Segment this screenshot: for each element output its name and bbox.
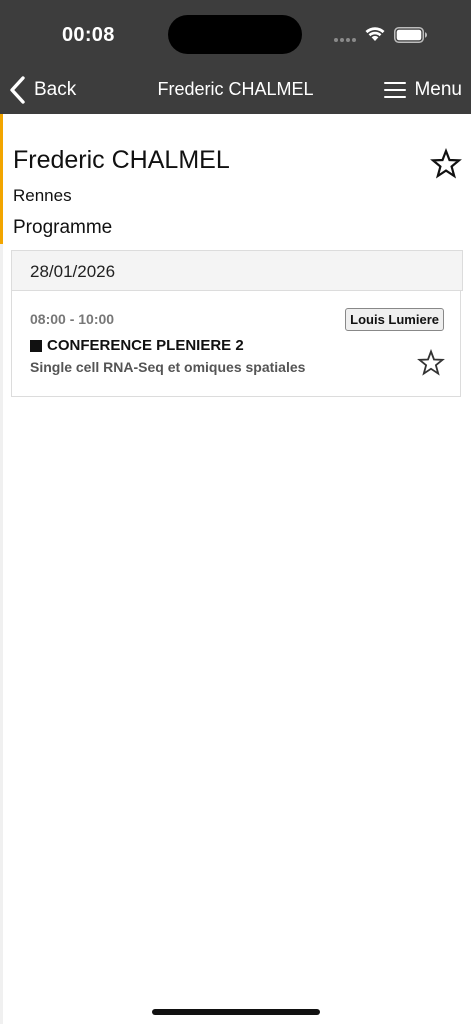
- session-title: CONFERENCE PLENIERE 2: [30, 337, 244, 354]
- status-bar: 00:08: [0, 0, 471, 66]
- room-badge: Louis Lumiere: [345, 308, 444, 331]
- accent-bar: [0, 114, 3, 244]
- signal-dots-icon: [334, 38, 358, 42]
- session-favorite-star-icon[interactable]: [417, 349, 445, 377]
- square-bullet-icon: [30, 339, 42, 352]
- speaker-name: Frederic CHALMEL: [13, 146, 230, 174]
- navigation-bar: Back Frederic CHALMEL Menu: [0, 66, 471, 114]
- hamburger-menu-icon: [384, 82, 407, 98]
- menu-label: Menu: [414, 79, 462, 100]
- menu-button[interactable]: Menu: [384, 77, 462, 103]
- favorite-star-icon[interactable]: [430, 148, 462, 180]
- status-time: 00:08: [62, 24, 115, 46]
- wifi-icon: [365, 27, 385, 41]
- date-label: 28/01/2026: [30, 262, 116, 281]
- session-title-text: CONFERENCE PLENIERE 2: [47, 337, 244, 354]
- programme-title: Programme: [13, 217, 113, 238]
- battery-icon: [394, 27, 427, 43]
- session-card[interactable]: 08:00 - 10:00 Louis Lumiere CONFERENCE P…: [11, 290, 461, 397]
- date-header: 28/01/2026: [11, 250, 463, 291]
- left-edge-strip: [0, 114, 3, 1024]
- speaker-city: Rennes: [13, 186, 72, 205]
- dynamic-island: [168, 15, 302, 54]
- home-indicator: [152, 1009, 320, 1015]
- session-time: 08:00 - 10:00: [30, 311, 115, 327]
- session-subtitle: Single cell RNA-Seq et omiques spatiales: [30, 359, 306, 375]
